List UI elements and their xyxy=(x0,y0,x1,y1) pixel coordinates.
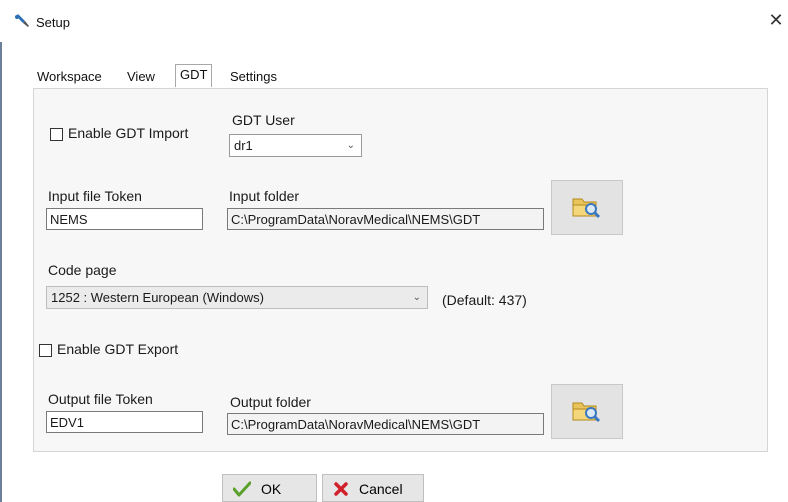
enable-gdt-export-checkbox[interactable] xyxy=(39,344,52,357)
input-folder-label: Input folder xyxy=(229,188,300,204)
code-page-select[interactable]: 1252 : Western European (Windows) ⌄ xyxy=(46,286,428,309)
window-title: Setup xyxy=(36,15,70,30)
input-folder-field[interactable]: C:\ProgramData\NoravMedical\NEMS\GDT xyxy=(227,208,544,230)
window-edge xyxy=(0,0,2,502)
output-file-token-label: Output file Token xyxy=(48,391,153,407)
output-file-token-field[interactable]: EDV1 xyxy=(46,411,203,433)
close-button[interactable]: ✕ xyxy=(768,10,784,30)
tab-workspace[interactable]: Workspace xyxy=(37,68,102,86)
enable-gdt-import-checkbox[interactable] xyxy=(50,128,63,141)
cancel-button[interactable]: Cancel xyxy=(322,474,424,502)
enable-gdt-export-label: Enable GDT Export xyxy=(57,341,179,357)
setup-tool-icon xyxy=(14,14,30,28)
folder-search-icon xyxy=(572,198,601,219)
code-page-value: 1252 : Western European (Windows) xyxy=(51,290,264,305)
ok-label: OK xyxy=(261,481,282,497)
cancel-label: Cancel xyxy=(359,481,403,497)
cancel-x-icon xyxy=(333,481,349,500)
enable-gdt-import-label: Enable GDT Import xyxy=(68,125,189,141)
gdt-user-select[interactable]: dr1 ⌄ xyxy=(229,134,362,157)
code-page-default: (Default: 437) xyxy=(442,292,527,308)
chevron-down-icon: ⌄ xyxy=(346,140,355,151)
tab-settings[interactable]: Settings xyxy=(230,68,277,86)
input-file-token-field[interactable]: NEMS xyxy=(46,208,203,230)
browse-output-folder-button[interactable] xyxy=(551,384,623,439)
input-file-token-label: Input file Token xyxy=(48,188,142,204)
setup-dialog: Setup ✕ Workspace View GDT Settings Enab… xyxy=(0,0,788,502)
folder-search-icon xyxy=(572,402,601,423)
tab-view[interactable]: View xyxy=(127,68,155,86)
chevron-down-icon: ⌄ xyxy=(412,292,421,303)
checkmark-icon xyxy=(232,481,252,500)
output-folder-label: Output folder xyxy=(230,394,311,410)
code-page-label: Code page xyxy=(48,262,117,278)
tab-gdt[interactable]: GDT xyxy=(175,64,213,87)
browse-input-folder-button[interactable] xyxy=(551,180,623,235)
ok-button[interactable]: OK xyxy=(222,474,317,502)
gdt-user-label: GDT User xyxy=(232,112,295,128)
gdt-user-value: dr1 xyxy=(234,138,253,153)
output-folder-field[interactable]: C:\ProgramData\NoravMedical\NEMS\GDT xyxy=(227,413,544,435)
title-bar: Setup ✕ xyxy=(0,0,788,42)
